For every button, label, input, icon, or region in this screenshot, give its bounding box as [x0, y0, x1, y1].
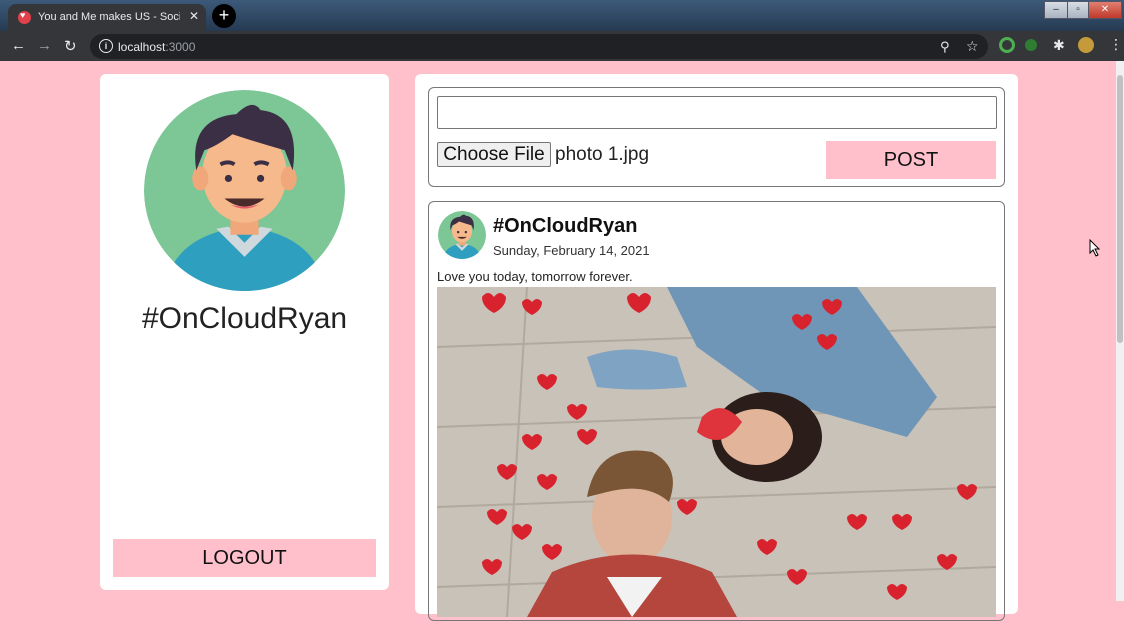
- post-photo: [437, 287, 996, 617]
- browser-title-bar: You and Me makes US - Social Network ✕ +…: [0, 0, 1124, 31]
- mouse-cursor-icon: [1089, 239, 1101, 257]
- key-icon[interactable]: ⚲: [940, 39, 950, 55]
- post-author-avatar: [438, 211, 486, 259]
- back-arrow-icon[interactable]: ←: [11, 37, 26, 54]
- feed-card: Choose File photo 1.jpg POST #OnCloudRya…: [415, 74, 1018, 621]
- tab-close-icon[interactable]: ✕: [189, 9, 199, 23]
- new-tab-button[interactable]: +: [212, 4, 236, 28]
- choose-file-button[interactable]: Choose File: [437, 142, 551, 167]
- profile-avatar: [144, 90, 345, 291]
- extension-icon[interactable]: ✱: [1053, 37, 1065, 54]
- star-icon[interactable]: ☆: [966, 38, 979, 55]
- close-window-button[interactable]: ✕: [1088, 1, 1122, 19]
- post-caption: Love you today, tomorrow forever.: [437, 269, 633, 284]
- extension-green-icon[interactable]: [999, 37, 1015, 53]
- logout-button[interactable]: LOGOUT: [113, 539, 376, 577]
- maximize-window-button[interactable]: ▫: [1067, 1, 1089, 19]
- selected-file-name: photo 1.jpg: [555, 144, 650, 165]
- extension-leaf-icon[interactable]: [1025, 39, 1037, 51]
- post-button[interactable]: POST: [826, 141, 996, 179]
- address-bar[interactable]: i localhost:3000 ⚲ ☆: [90, 34, 988, 59]
- feed-post: #OnCloudRyan Sunday, February 14, 2021 L…: [428, 201, 1005, 621]
- tab-title: You and Me makes US - Social Network: [38, 11, 180, 23]
- post-composer: Choose File photo 1.jpg POST: [428, 87, 1005, 187]
- menu-icon[interactable]: ⋮: [1109, 36, 1123, 53]
- forward-arrow-icon[interactable]: →: [37, 37, 52, 54]
- info-icon[interactable]: i: [99, 39, 113, 53]
- browser-toolbar: ← → ↻ i localhost:3000 ⚲ ☆ ✱ ⋮: [0, 31, 1124, 61]
- reload-icon[interactable]: ↻: [64, 37, 77, 55]
- browser-tab-active[interactable]: You and Me makes US - Social Network ✕: [8, 4, 206, 31]
- address-url[interactable]: localhost:3000: [118, 40, 195, 54]
- minimize-window-button[interactable]: ‒: [1044, 1, 1068, 19]
- heart-favicon-icon: [18, 10, 31, 24]
- post-text-input[interactable]: [437, 96, 997, 129]
- scrollbar-thumb[interactable]: [1117, 75, 1123, 343]
- profile-username: #OnCloudRyan: [141, 302, 348, 335]
- profile-card: #OnCloudRyan LOGOUT: [100, 74, 389, 590]
- post-author-name: #OnCloudRyan: [493, 215, 638, 237]
- post-date: Sunday, February 14, 2021: [493, 243, 650, 258]
- page-scrollbar[interactable]: [1116, 61, 1124, 601]
- profile-icon[interactable]: [1078, 37, 1094, 53]
